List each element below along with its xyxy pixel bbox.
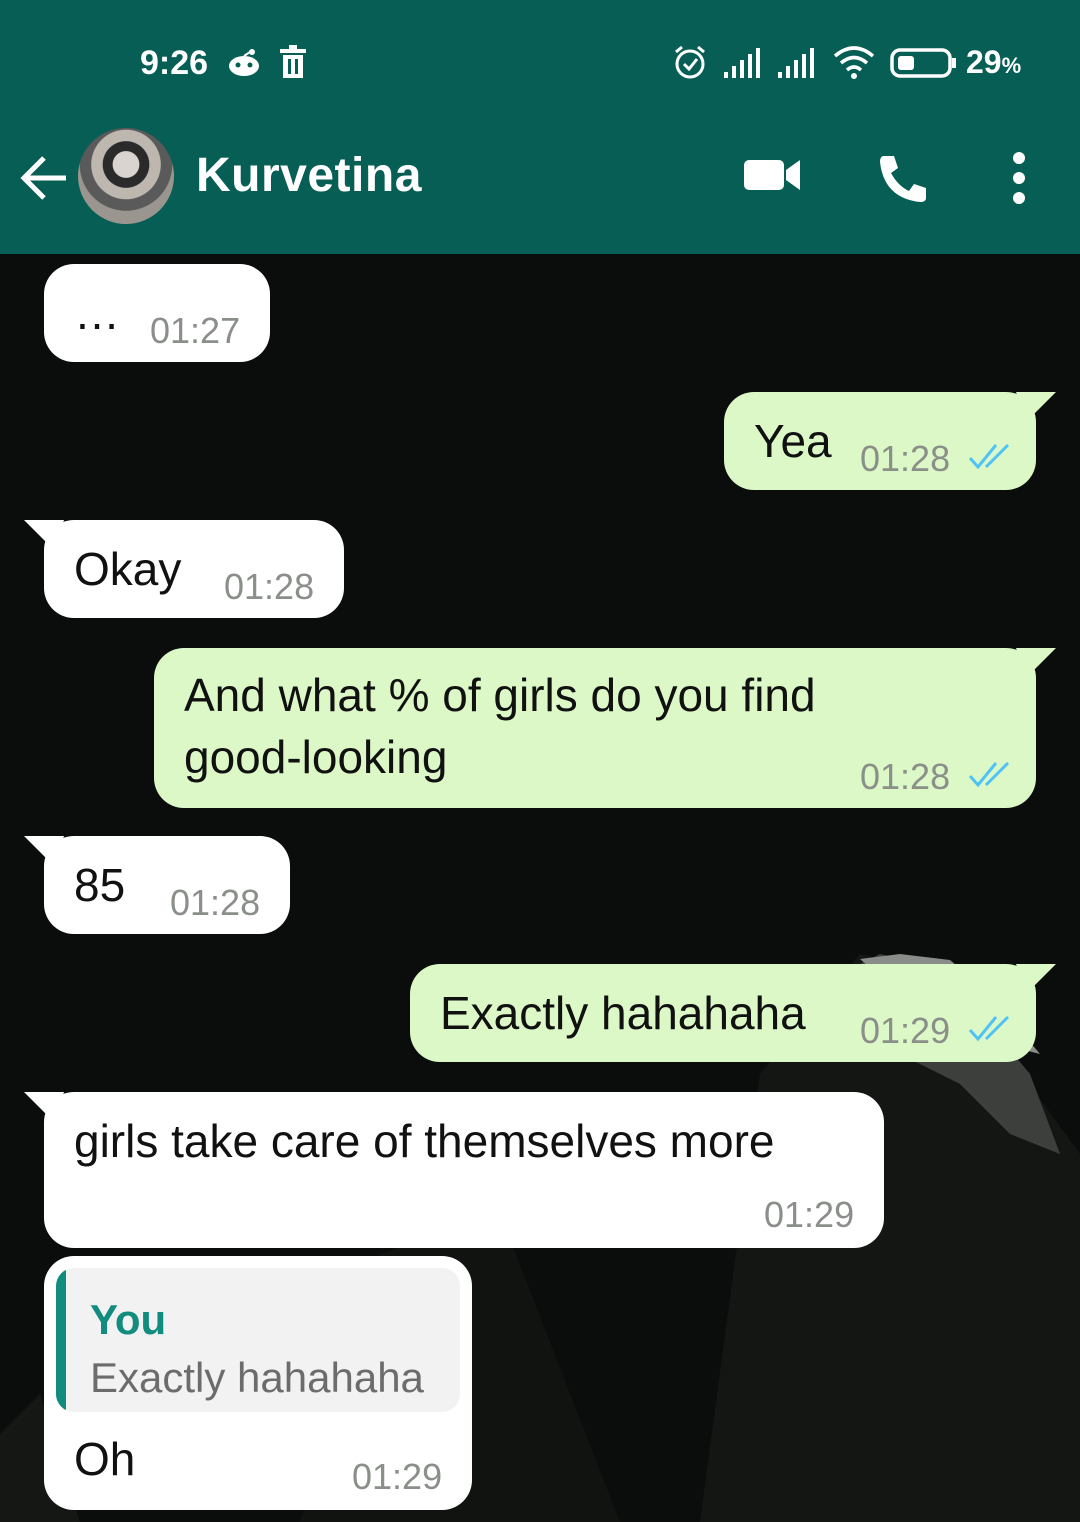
battery-icon [890, 48, 956, 78]
message-bubble-incoming[interactable]: girls take care of themselves more 01:29 [44, 1092, 884, 1248]
message-text: Exactly hahahaha [440, 987, 806, 1039]
read-ticks-icon [968, 761, 1010, 788]
message-bubble-incoming[interactable]: … 01:27 [44, 264, 270, 362]
message-time: 01:29 [860, 1010, 951, 1051]
read-ticks-icon [968, 1015, 1010, 1042]
message-text: girls take care of themselves more [74, 1115, 775, 1167]
contact-name[interactable]: Kurvetina [196, 148, 422, 203]
message-bubble-incoming-reply[interactable]: You Exactly hahahaha Oh 01:29 [44, 1256, 472, 1510]
message-time: 01:28 [860, 756, 951, 797]
trash-icon [280, 45, 306, 78]
quoted-message[interactable]: You Exactly hahahaha [56, 1268, 460, 1412]
battery-percent: 29% [966, 44, 1022, 80]
message-text: Oh [74, 1433, 136, 1485]
status-time: 9:26 [140, 44, 209, 82]
message-bubble-outgoing[interactable]: Exactly hahahaha 01:29 [410, 964, 1036, 1062]
message-time: 01:28 [860, 438, 951, 479]
status-bar: 9:26 29% [0, 0, 1080, 100]
message-text: … [74, 287, 120, 339]
message-time: 01:28 [224, 566, 315, 607]
message-time: 01:29 [764, 1194, 855, 1235]
message-time: 01:27 [150, 310, 241, 351]
alarm-icon [675, 45, 705, 79]
message-text: 85 [74, 859, 126, 911]
message-bubble-outgoing[interactable]: And what % of girls do you find good-loo… [154, 648, 1036, 808]
message-time: 01:28 [170, 882, 261, 923]
chat-header: Kurvetina [0, 100, 1080, 254]
read-ticks-icon [968, 443, 1010, 470]
signal-icon [724, 48, 760, 78]
message-bubble-incoming[interactable]: 85 01:28 [44, 836, 290, 934]
more-options-icon[interactable] [1008, 152, 1030, 204]
message-text: Okay [74, 543, 182, 595]
message-time: 01:29 [352, 1456, 443, 1497]
message-text: And what % of girls do you find good-loo… [184, 669, 816, 783]
quote-accent-bar [56, 1268, 66, 1412]
quoted-author: You [90, 1296, 167, 1343]
avatar[interactable] [78, 128, 174, 224]
reddit-icon [229, 49, 259, 76]
video-call-icon[interactable] [742, 152, 802, 198]
message-text: Yea [754, 415, 832, 467]
bubble-tail [1016, 392, 1056, 422]
message-bubble-outgoing[interactable]: Yea 01:28 [724, 392, 1036, 490]
wifi-icon [833, 46, 875, 79]
signal-icon [778, 48, 814, 78]
bubble-tail [1016, 648, 1056, 678]
back-arrow-icon[interactable] [20, 154, 70, 202]
phone-icon[interactable] [876, 152, 930, 206]
quoted-text: Exactly hahahaha [90, 1354, 424, 1401]
message-bubble-incoming[interactable]: Okay 01:28 [44, 520, 344, 618]
bubble-tail [1016, 964, 1056, 994]
